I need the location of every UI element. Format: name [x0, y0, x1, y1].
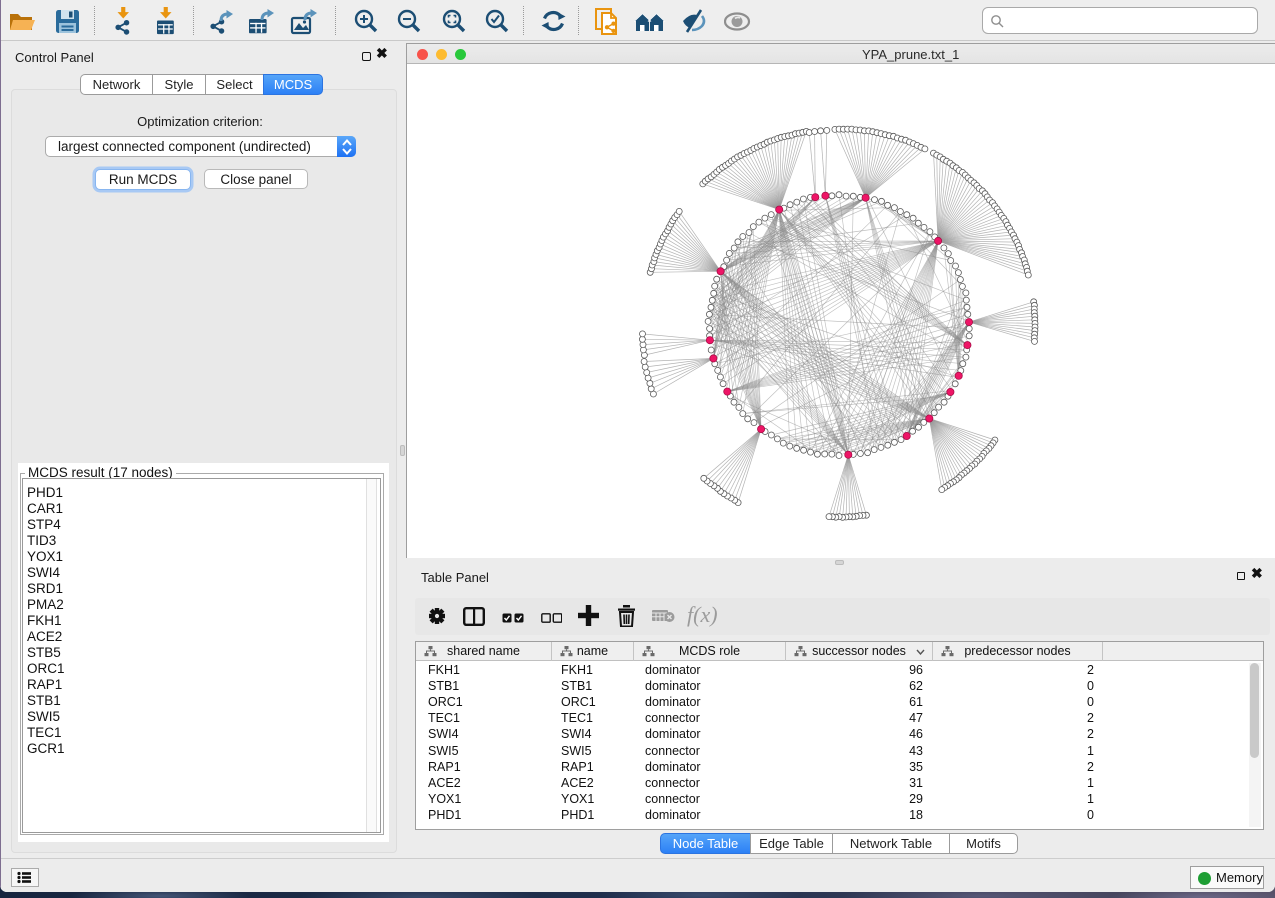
svg-text:f(x): f(x): [687, 602, 718, 627]
